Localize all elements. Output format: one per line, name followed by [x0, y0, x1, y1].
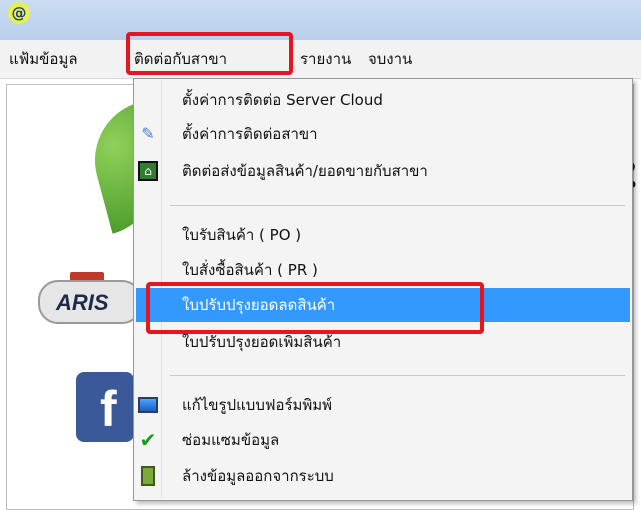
menu-item-purchase-receipt[interactable]: ใบรับสินค้า ( PO )	[136, 218, 630, 252]
menu-separator	[170, 375, 625, 376]
menu-item-send-data[interactable]: ⌂ ติดต่อส่งข้อมูลสินค้า/ยอดขายกับสาขา	[136, 154, 630, 188]
home-sync-icon: ⌂	[138, 161, 158, 181]
monitor-icon	[138, 397, 158, 413]
menu-separator	[170, 205, 625, 206]
menu-item-label: ติดต่อส่งข้อมูลสินค้า/ยอดขายกับสาขา	[182, 162, 428, 180]
menu-file[interactable]: แฟ้มข้อมูล	[9, 40, 78, 78]
menu-item-branch-settings[interactable]: ✎ ตั้งค่าการติดต่อสาขา	[136, 117, 630, 151]
menu-item-label: ตั้งค่าการติดต่อ Server Cloud	[182, 91, 383, 109]
menu-bar: แฟ้มข้อมูล ติดต่อกับสาขา รายงาน จบงาน	[0, 40, 641, 79]
trash-icon	[141, 466, 155, 486]
wrench-icon: ✎	[141, 124, 155, 143]
menu-item-clear-data[interactable]: ล้างข้อมูลออกจากระบบ	[136, 459, 630, 493]
menu-exit[interactable]: จบงาน	[368, 40, 412, 78]
menu-item-label: ใบรับสินค้า ( PO )	[182, 226, 302, 244]
aris-logo-text: ARIS	[56, 290, 109, 315]
menu-item-repair-data[interactable]: ✔ ซ่อมแซมข้อมูล	[136, 423, 630, 457]
menu-item-label: ซ่อมแซมข้อมูล	[182, 431, 280, 449]
menu-item-label: แก้ไขรูปแบบฟอร์มพิมพ์	[182, 396, 333, 414]
menu-item-label: ตั้งค่าการติดต่อสาขา	[182, 125, 318, 143]
checkmark-icon: ✔	[139, 428, 157, 452]
facebook-letter: f	[100, 381, 117, 437]
app-icon: @	[8, 2, 30, 24]
menu-report[interactable]: รายงาน	[300, 40, 351, 78]
menu-item-label: ล้างข้อมูลออกจากระบบ	[182, 467, 334, 485]
annotation-highlight-item	[146, 282, 484, 334]
menu-item-edit-print-form[interactable]: แก้ไขรูปแบบฟอร์มพิมพ์	[136, 388, 630, 422]
menu-item-server-cloud-settings[interactable]: ตั้งค่าการติดต่อ Server Cloud	[136, 83, 630, 117]
title-bar: @	[0, 0, 641, 40]
annotation-highlight-menu	[126, 32, 293, 75]
